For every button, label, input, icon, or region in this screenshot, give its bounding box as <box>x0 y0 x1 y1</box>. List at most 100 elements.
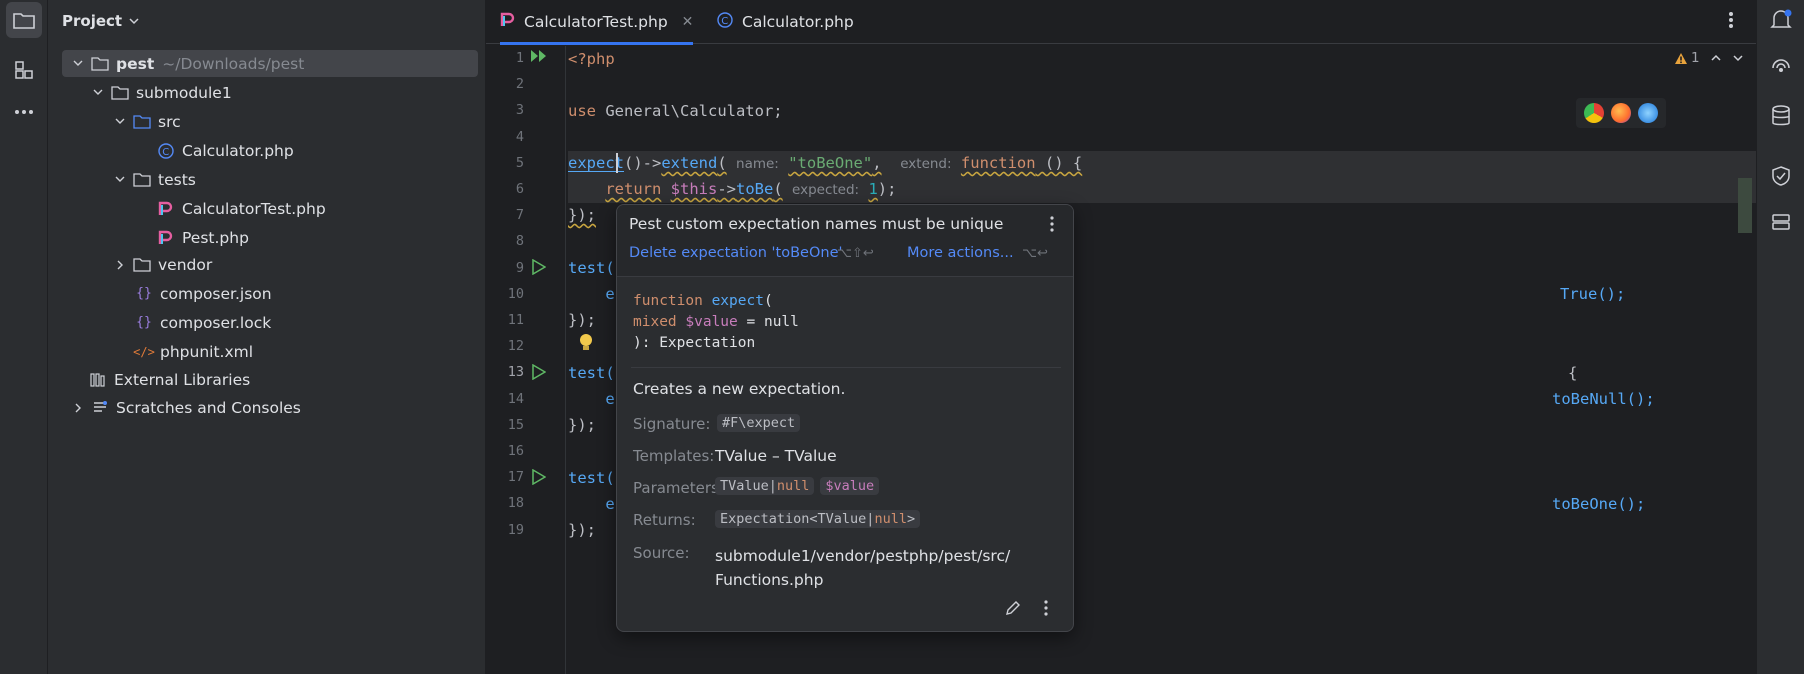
tree-item-composer-json[interactable]: {} composer.json <box>134 280 271 307</box>
chevron-down-icon[interactable] <box>112 114 128 130</box>
tree-item-label: CalculatorTest.php <box>182 199 326 218</box>
code-token: True(); <box>1560 285 1626 303</box>
structure-icon[interactable] <box>6 52 42 88</box>
chevron-down-icon[interactable] <box>112 172 128 188</box>
returns-null: null <box>874 511 907 527</box>
code-line-5[interactable]: expect()->extend( name: "toBeOne", exten… <box>568 151 1082 175</box>
source-path-line1: submodule1/vendor/pestphp/pest/src/ <box>715 547 1011 565</box>
parameters-label: Parameters: <box>633 479 724 497</box>
inspection-widget[interactable]: 1 <box>1674 50 1744 66</box>
delete-expectation-action[interactable]: Delete expectation 'toBeOne' <box>629 245 842 261</box>
tree-item-src[interactable]: src <box>112 108 181 135</box>
templates-label: Templates: <box>633 447 715 465</box>
run-test-icon[interactable] <box>532 363 547 384</box>
code-line-3[interactable]: use General\Calculator; <box>568 99 783 123</box>
tree-item-scratches[interactable]: Scratches and Consoles <box>62 394 301 421</box>
returns-type: Expectation<TValue| <box>720 511 875 527</box>
chevron-down-icon[interactable] <box>90 85 106 101</box>
line-number: 18 <box>507 495 524 512</box>
popup-divider <box>631 367 1061 368</box>
tree-item-external-libraries[interactable]: External Libraries <box>88 366 250 393</box>
chevron-right-icon[interactable] <box>70 400 86 416</box>
code-line-18[interactable]: e <box>568 492 614 516</box>
popup-options-icon[interactable] <box>1049 215 1055 237</box>
this-variable: $this <box>670 180 718 198</box>
chrome-icon[interactable] <box>1584 103 1604 123</box>
chevron-down-icon[interactable] <box>70 56 86 72</box>
popup-more-icon[interactable] <box>1043 599 1049 621</box>
tree-item-label: Scratches and Consoles <box>116 398 301 417</box>
code-line-9[interactable]: test( <box>568 256 615 280</box>
database-icon[interactable] <box>1765 100 1797 132</box>
code-line-11[interactable]: }); <box>568 308 596 332</box>
run-test-icon[interactable] <box>532 468 547 489</box>
lightbulb-icon[interactable] <box>578 333 594 357</box>
tree-item-phpunit-xml[interactable]: </> phpunit.xml <box>133 338 254 365</box>
code-line-13[interactable]: test( <box>568 361 615 385</box>
safari-icon[interactable] <box>1638 103 1658 123</box>
code-line-7[interactable]: }); <box>568 203 596 227</box>
project-header[interactable]: Project <box>62 10 140 32</box>
chevron-down-icon[interactable] <box>1732 54 1744 62</box>
code-line-18-tail[interactable]: toBeOne(); <box>1552 492 1645 516</box>
test-call: test( <box>568 469 615 487</box>
tree-item-pest-php[interactable]: Pest.php <box>156 224 249 251</box>
sig-type: mixed <box>633 314 677 330</box>
code-line-14-tail[interactable]: toBeNull(); <box>1552 387 1655 411</box>
tree-item-calculatortest-php[interactable]: CalculatorTest.php <box>156 195 326 222</box>
edit-pencil-icon[interactable] <box>1005 600 1021 620</box>
tree-item-calculator-php[interactable]: C Calculator.php <box>156 137 294 164</box>
code-token: }); <box>568 521 596 539</box>
chevron-up-icon[interactable] <box>1710 54 1722 62</box>
services-icon[interactable] <box>1765 206 1797 238</box>
tree-item-label: phpunit.xml <box>160 342 254 361</box>
returns-chip: Expectation<TValue|null> <box>715 510 921 528</box>
number-literal: 1 <box>868 180 878 198</box>
run-all-icon[interactable] <box>530 49 548 67</box>
signature-label: Signature: <box>633 415 711 433</box>
notifications-bell-icon[interactable] <box>1765 4 1797 36</box>
more-tools-icon[interactable] <box>6 94 42 130</box>
tree-item-tests[interactable]: tests <box>112 166 196 193</box>
more-actions-link[interactable]: More actions... <box>907 245 1014 261</box>
test-call: test( <box>568 259 615 277</box>
code-line-10-tail[interactable]: True(); <box>1560 282 1625 306</box>
chevron-right-icon[interactable] <box>112 257 128 273</box>
test-call: test( <box>568 364 615 382</box>
code-line-6[interactable]: return $this->toBe( expected: 1); <box>568 177 896 201</box>
code-line-14[interactable]: e <box>568 387 614 411</box>
tab-options-icon[interactable] <box>1728 10 1734 34</box>
close-icon[interactable]: ✕ <box>682 14 694 30</box>
tree-item-composer-lock[interactable]: {} composer.lock <box>134 309 271 336</box>
shield-icon[interactable] <box>1765 160 1797 192</box>
sig-param: $value <box>685 314 738 330</box>
run-test-icon[interactable] <box>532 258 547 279</box>
tree-item-label: pest <box>116 54 155 73</box>
code-token: }); <box>568 206 596 224</box>
tree-item-vendor[interactable]: vendor <box>112 251 212 278</box>
firefox-icon[interactable] <box>1611 103 1631 123</box>
line-number: 2 <box>515 76 524 93</box>
sig-return: ): Expectation <box>633 335 756 351</box>
line-number: 11 <box>507 312 524 328</box>
tree-item-submodule1[interactable]: submodule1 <box>90 79 232 106</box>
browser-preview-bar <box>1576 98 1666 128</box>
code-line-10[interactable]: e <box>568 282 614 306</box>
tab-calculator[interactable]: C Calculator.php <box>716 0 854 44</box>
ai-assistant-icon[interactable] <box>1765 52 1797 84</box>
code-line-19[interactable]: }); <box>568 518 596 542</box>
project-folder-icon[interactable] <box>6 2 42 38</box>
source-path[interactable]: submodule1/vendor/pestphp/pest/src/ Func… <box>715 544 1010 592</box>
param-hint-expected: expected: <box>792 182 860 198</box>
php-class-icon: C <box>156 142 176 160</box>
tree-item-pest[interactable]: pest ~/Downloads/pest <box>62 50 478 77</box>
svg-text:C: C <box>162 147 169 158</box>
code-line-15[interactable]: }); <box>568 413 596 437</box>
tab-calculatortest[interactable]: CalculatorTest.php ✕ <box>500 0 694 45</box>
param-type-chip: TValue|null <box>715 477 815 495</box>
code-line-13-tail[interactable]: { <box>1568 361 1577 385</box>
line-number: 13 <box>507 364 524 381</box>
code-line-1[interactable]: <?php <box>568 47 615 71</box>
code-line-17[interactable]: test( <box>568 466 615 490</box>
tree-item-label: Pest.php <box>182 228 249 247</box>
